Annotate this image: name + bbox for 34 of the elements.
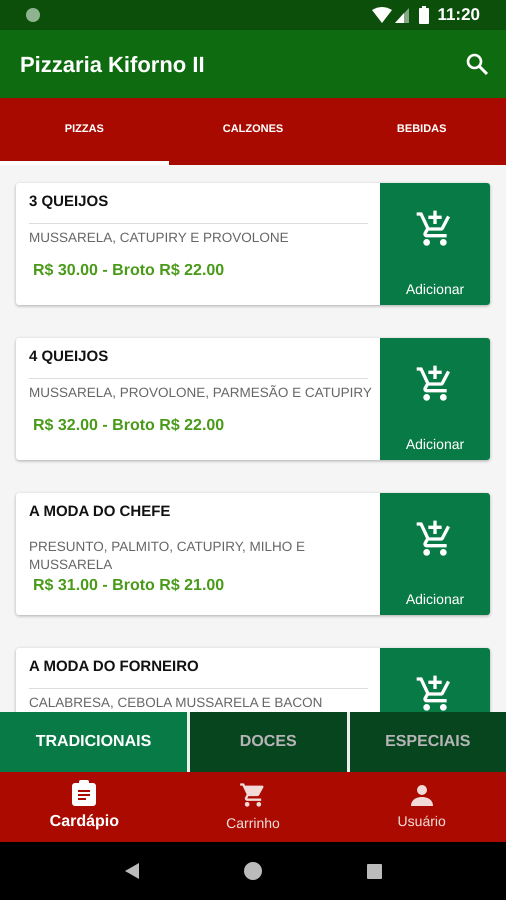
back-icon[interactable] (124, 863, 138, 879)
product-name: 3 QUEIJOS (29, 193, 108, 211)
clipboard-icon (72, 780, 96, 806)
subcategory-tab[interactable]: TRADICIONAIS (0, 712, 187, 772)
clock-time: 11:20 (437, 4, 480, 26)
product-price: R$ 32.00 - Broto R$ 22.00 (33, 416, 224, 436)
signal-icon (395, 8, 410, 22)
product-name: A MODA DO CHEFE (29, 503, 170, 521)
category-tab[interactable]: CALZONES (168, 98, 338, 165)
product-name: 4 QUEIJOS (29, 348, 108, 366)
search-icon[interactable] (466, 53, 488, 75)
product-description: MUSSARELA, CATUPIRY E PROVOLONE (29, 229, 289, 247)
add-button[interactable]: Adicionar (380, 493, 490, 615)
nav-item[interactable]: Usuário (337, 772, 506, 842)
nav-item[interactable]: Carrinho (168, 772, 338, 842)
product-name: A MODA DO FORNEIRO (29, 658, 199, 676)
product-description: MUSSARELA, PROVOLONE, PARMESÃO E CATUPIRY (29, 384, 372, 402)
category-tab[interactable]: PIZZAS (0, 98, 169, 165)
product-description: PRESUNTO, PALMITO, CATUPIRY, MILHO E MUSSARELA (29, 538, 306, 574)
user-icon (410, 782, 434, 806)
wifi-icon (372, 7, 392, 23)
subcategory-tab[interactable]: ESPECIAIS (350, 712, 506, 772)
category-tab[interactable]: BEBIDAS (337, 98, 506, 165)
product-description: CALABRESA, CEBOLA MUSSARELA E BACON (29, 694, 322, 712)
nav-item[interactable]: Cardápio (0, 772, 169, 842)
recents-icon[interactable] (366, 864, 382, 878)
subcategory-tab[interactable]: DOCES (190, 712, 346, 772)
product-price: R$ 31.00 - Broto R$ 21.00 (33, 576, 224, 596)
product-price: R$ 30.00 - Broto R$ 22.00 (33, 261, 224, 281)
home-icon[interactable] (244, 862, 262, 880)
battery-icon (419, 6, 430, 24)
add-button[interactable]: Adicionar (380, 338, 490, 460)
add-button[interactable]: Adicionar (380, 183, 490, 305)
app-title: Pizzaria Kiforno II (20, 50, 206, 78)
